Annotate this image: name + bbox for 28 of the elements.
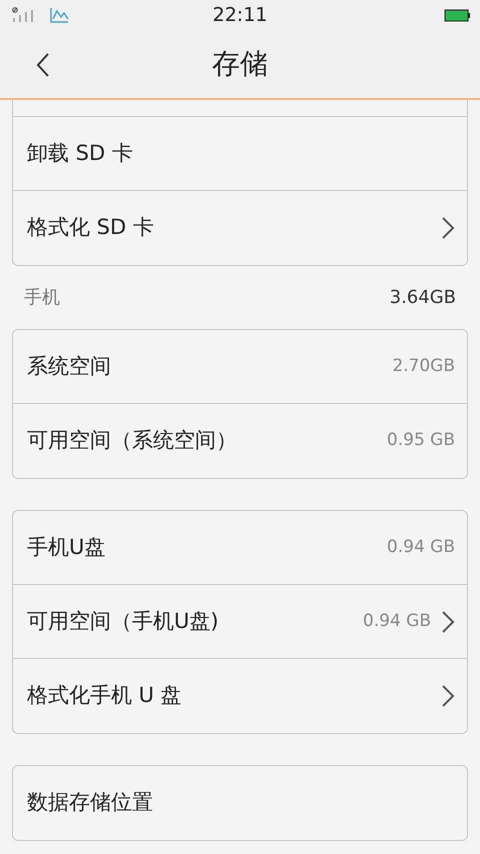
settings-row[interactable]: 格式化手机 U 盘 [13,659,467,733]
section-size: 3.64GB [390,286,456,310]
signal-icon [12,7,36,23]
size-value: 2.70GB [392,354,455,378]
settings-row[interactable]: 数据存储位置 [13,766,467,840]
settings-row[interactable]: 格式化 SD 卡 [13,191,467,265]
battery-icon [444,9,470,22]
clock-text: 22:11 [212,3,268,28]
size-value: 0.94 GB [386,536,455,559]
row-label: 可用空间（系统空间） [27,427,238,454]
page-title: 存储 [212,46,268,82]
settings-row[interactable]: 手机U盘 0.94 GB [13,511,467,585]
row-label: 格式化 SD 卡 [27,214,155,242]
section-title: 手机 [24,286,60,310]
image-icon [50,7,70,24]
row-label: 可用空间（手机U盘) [27,608,220,635]
row-label: 系统空间 [27,352,112,380]
row-label: 卸载 SD 卡 [27,140,134,167]
settings-row[interactable]: 系统空间 2.70GB [13,330,467,404]
back-icon[interactable] [36,52,50,78]
settings-row[interactable]: 可用空间（系统空间） 0.95 GB [13,404,467,478]
row-label: 格式化手机 U 盘 [27,682,183,710]
size-value: 0.95 GB [386,429,455,452]
settings-row[interactable]: 可用空间（手机U盘) 0.94 GB [13,585,467,659]
row-label: 数据存储位置 [27,789,154,816]
settings-row[interactable]: 卸载 SD 卡 [13,117,467,191]
size-value: 0.94 GB [362,610,431,633]
row-label: 手机U盘 [27,534,106,561]
